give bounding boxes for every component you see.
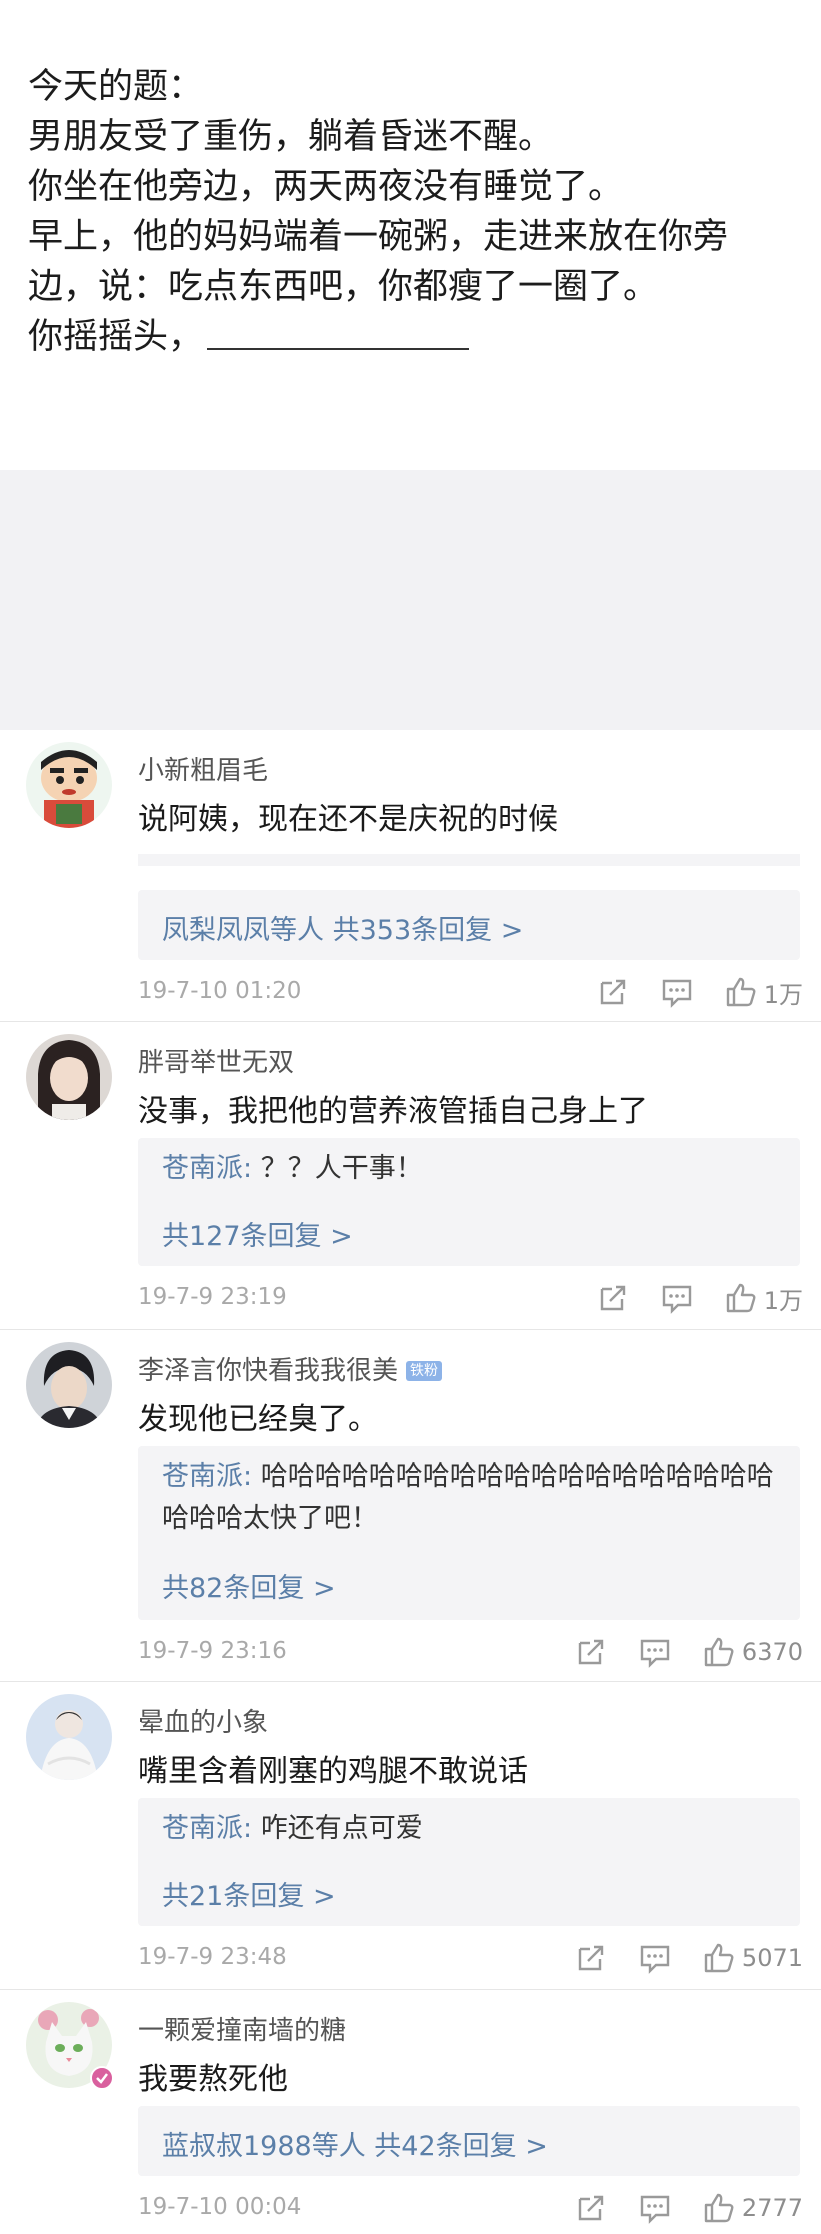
comment-text: 说阿姨，现在还不是庆祝的时候 bbox=[138, 802, 558, 837]
share-icon[interactable] bbox=[574, 1941, 608, 1975]
reply-strip bbox=[138, 854, 800, 866]
comment-text: 我要熬死他 bbox=[138, 2062, 288, 2097]
action-bar: 5071 bbox=[574, 1938, 803, 1978]
avatar[interactable] bbox=[26, 742, 112, 828]
avatar[interactable] bbox=[26, 1342, 112, 1428]
like-count: 1万 bbox=[763, 1286, 803, 1315]
reply-preview: 苍南派: 哈哈哈哈哈哈哈哈哈哈哈哈哈哈哈哈哈哈哈哈哈哈太快了吧！ bbox=[162, 1456, 782, 1540]
share-icon[interactable] bbox=[574, 1635, 608, 1669]
post-line: 你坐在他旁边，两天两夜没有睡觉了。 bbox=[28, 167, 624, 207]
action-bar: 1万 bbox=[596, 1278, 803, 1318]
timestamp: 19-7-9 23:19 bbox=[138, 1284, 287, 1310]
post-card: 今天的题： 男朋友受了重伤，躺着昏迷不醒。 你坐在他旁边，两天两夜没有睡觉了。 … bbox=[0, 0, 821, 470]
post-line: 你摇摇头， bbox=[28, 317, 204, 357]
reply-summary[interactable]: 凤梨凤凤等人 共353条回复 > bbox=[162, 908, 523, 947]
share-icon[interactable] bbox=[596, 975, 630, 1009]
reply-box[interactable]: 苍南派: ？？人干事！ 共127条回复 > bbox=[138, 1138, 800, 1266]
timestamp: 19-7-10 00:04 bbox=[138, 2194, 302, 2220]
like-count: 5071 bbox=[741, 1944, 803, 1972]
post-line-last: 你摇摇头， bbox=[28, 312, 798, 362]
like-button[interactable]: 1万 bbox=[724, 1281, 803, 1316]
comment-icon[interactable] bbox=[638, 1635, 672, 1669]
comment-meta: 19-7-9 23:19 1万 bbox=[138, 1278, 803, 1318]
comment-meta: 19-7-9 23:16 6370 bbox=[138, 1632, 803, 1672]
like-count: 1万 bbox=[763, 980, 803, 1009]
like-count: 6370 bbox=[741, 1638, 803, 1666]
timestamp: 19-7-10 01:20 bbox=[138, 978, 302, 1004]
action-bar: 2777 bbox=[574, 2188, 803, 2228]
action-bar: 1万 bbox=[596, 972, 803, 1012]
avatar[interactable] bbox=[26, 2002, 114, 2090]
share-icon[interactable] bbox=[596, 1281, 630, 1315]
thumbs-up-icon bbox=[726, 1283, 756, 1313]
reply-author[interactable]: 苍南派: bbox=[162, 1813, 252, 1844]
comment-item: 胖哥举世无双 没事，我把他的营养液管插自己身上了 苍南派: ？？人干事！ 共12… bbox=[0, 1022, 821, 1330]
comment-item: 一颗爱撞南墙的糖 我要熬死他 蓝叔叔1988等人 共42条回复 > 19-7-1… bbox=[0, 1990, 821, 2234]
reply-summary[interactable]: 蓝叔叔1988等人 共42条回复 > bbox=[162, 2124, 548, 2163]
reply-box[interactable]: 苍南派: 哈哈哈哈哈哈哈哈哈哈哈哈哈哈哈哈哈哈哈哈哈哈太快了吧！ 共82条回复 … bbox=[138, 1446, 800, 1620]
like-button[interactable]: 5071 bbox=[702, 1941, 803, 1975]
like-button[interactable]: 2777 bbox=[702, 2191, 803, 2225]
username[interactable]: 晕血的小象 bbox=[138, 1702, 268, 1739]
thumbs-up-icon bbox=[704, 2193, 734, 2223]
username-text[interactable]: 李泽言你快看我我很美 bbox=[138, 1356, 398, 1386]
section-divider bbox=[0, 470, 821, 730]
reply-count[interactable]: 共127条回复 > bbox=[162, 1214, 353, 1253]
comment-list: 小新粗眉毛 说阿姨，现在还不是庆祝的时候 凤梨凤凤等人 共353条回复 > 19… bbox=[0, 730, 821, 2234]
post-line: 今天的题： bbox=[28, 67, 204, 107]
reply-author[interactable]: 苍南派: bbox=[162, 1153, 252, 1184]
username[interactable]: 胖哥举世无双 bbox=[138, 1042, 294, 1079]
comment-item: 李泽言你快看我我很美 铁粉 发现他已经臭了。 苍南派: 哈哈哈哈哈哈哈哈哈哈哈哈哈… bbox=[0, 1330, 821, 1682]
reply-box[interactable]: 凤梨凤凤等人 共353条回复 > bbox=[138, 890, 800, 960]
comment-item: 晕血的小象 嘴里含着刚塞的鸡腿不敢说话 苍南派: 咋还有点可爱 共21条回复 >… bbox=[0, 1682, 821, 1990]
reply-author[interactable]: 苍南派: bbox=[162, 1461, 252, 1492]
answer-blank bbox=[207, 314, 470, 350]
reply-preview: 苍南派: ？？人干事！ bbox=[162, 1148, 782, 1190]
timestamp: 19-7-9 23:16 bbox=[138, 1638, 287, 1664]
thumbs-up-icon bbox=[726, 977, 756, 1007]
post-line: 早上，他的妈妈端着一碗粥，走进来放在你旁 bbox=[28, 217, 729, 257]
comment-meta: 19-7-10 00:04 2777 bbox=[138, 2188, 803, 2228]
reply-preview: 苍南派: 咋还有点可爱 bbox=[162, 1808, 782, 1850]
reply-text: 哈哈哈哈哈哈哈哈哈哈哈哈哈哈哈哈哈哈哈哈哈哈太快了吧！ bbox=[162, 1461, 774, 1534]
verified-icon bbox=[90, 2066, 114, 2090]
like-button[interactable]: 6370 bbox=[702, 1635, 803, 1669]
username[interactable]: 李泽言你快看我我很美 铁粉 bbox=[138, 1350, 443, 1387]
username[interactable]: 小新粗眉毛 bbox=[138, 750, 268, 787]
comment-text: 没事，我把他的营养液管插自己身上了 bbox=[138, 1094, 648, 1129]
avatar[interactable] bbox=[26, 1694, 112, 1780]
avatar[interactable] bbox=[26, 1034, 112, 1120]
action-bar: 6370 bbox=[574, 1632, 803, 1672]
comment-text: 发现他已经臭了。 bbox=[138, 1402, 378, 1437]
like-button[interactable]: 1万 bbox=[724, 975, 803, 1010]
reply-text: ？？人干事！ bbox=[252, 1153, 423, 1184]
reply-count[interactable]: 共82条回复 > bbox=[162, 1566, 336, 1605]
post-line: 边，说：吃点东西吧，你都瘦了一圈了。 bbox=[28, 267, 659, 307]
reply-box[interactable]: 苍南派: 咋还有点可爱 共21条回复 > bbox=[138, 1798, 800, 1926]
post-text: 今天的题： 男朋友受了重伤，躺着昏迷不醒。 你坐在他旁边，两天两夜没有睡觉了。 … bbox=[28, 62, 798, 362]
share-icon[interactable] bbox=[574, 2191, 608, 2225]
post-line: 男朋友受了重伤，躺着昏迷不醒。 bbox=[28, 117, 554, 157]
username[interactable]: 一颗爱撞南墙的糖 bbox=[138, 2010, 346, 2047]
comment-icon[interactable] bbox=[638, 2191, 672, 2225]
comment-item: 小新粗眉毛 说阿姨，现在还不是庆祝的时候 凤梨凤凤等人 共353条回复 > 19… bbox=[0, 730, 821, 1022]
comment-text: 嘴里含着刚塞的鸡腿不敢说话 bbox=[138, 1754, 528, 1789]
thumbs-up-icon bbox=[704, 1637, 734, 1667]
comment-meta: 19-7-10 01:20 1万 bbox=[138, 972, 803, 1012]
reply-box[interactable]: 蓝叔叔1988等人 共42条回复 > bbox=[138, 2106, 800, 2176]
fan-badge: 铁粉 bbox=[406, 1361, 443, 1381]
comment-icon[interactable] bbox=[660, 975, 694, 1009]
comment-icon[interactable] bbox=[660, 1281, 694, 1315]
like-count: 2777 bbox=[741, 2194, 803, 2222]
comment-meta: 19-7-9 23:48 5071 bbox=[138, 1938, 803, 1978]
thumbs-up-icon bbox=[704, 1943, 734, 1973]
reply-count[interactable]: 共21条回复 > bbox=[162, 1874, 336, 1913]
comment-icon[interactable] bbox=[638, 1941, 672, 1975]
reply-text: 咋还有点可爱 bbox=[252, 1813, 423, 1844]
timestamp: 19-7-9 23:48 bbox=[138, 1944, 287, 1970]
